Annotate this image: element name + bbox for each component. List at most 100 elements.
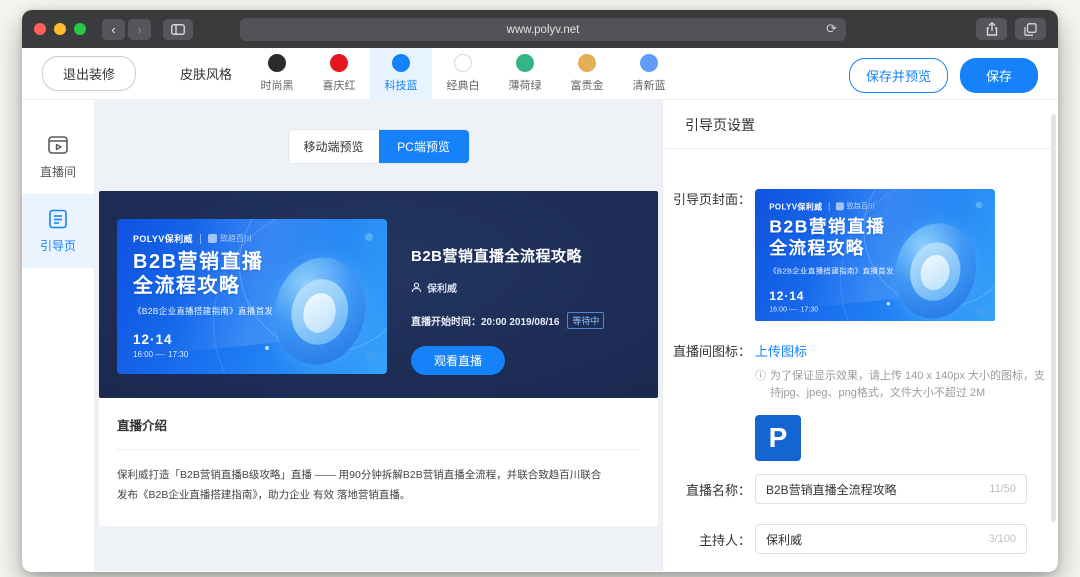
banner-time: 16:00 —· 17:30 bbox=[133, 350, 188, 359]
tab-mobile-preview[interactable]: 移动端预览 bbox=[289, 130, 379, 163]
green-swatch-dot bbox=[516, 54, 534, 72]
banner-date: 12·14 bbox=[133, 332, 173, 347]
polyv-logo: POLYV保利威 bbox=[133, 232, 193, 245]
banner-time: 16:00 —· 17:30 bbox=[769, 305, 818, 313]
dot-decoration bbox=[366, 351, 377, 362]
banner-subtitle: 《B2B企业直播搭建指南》直播首发 bbox=[133, 305, 273, 317]
sidebar-icon bbox=[171, 24, 185, 35]
back-button[interactable]: ‹ bbox=[102, 19, 125, 40]
partner-logo: 致趋百川 bbox=[208, 233, 252, 244]
live-start-time: 直播开始时间：20:00 2019/08/16 bbox=[411, 313, 559, 328]
intro-text: 保利威打造「B2B营销直播B级攻略」直播 —— 用90分钟拆解B2B营销直播全流… bbox=[117, 466, 609, 506]
skin-option-gold[interactable]: 富贵金 bbox=[556, 48, 618, 100]
settings-scrollbar[interactable] bbox=[1051, 114, 1056, 522]
partner-logo: 致趋百川 bbox=[836, 201, 875, 211]
exit-decoration-button[interactable]: 退出装修 bbox=[42, 56, 136, 91]
skin-option-white[interactable]: 经典白 bbox=[432, 48, 494, 100]
banner-date: 12·14 bbox=[769, 289, 804, 302]
address-bar[interactable]: www.polyv.net ⟳ bbox=[240, 18, 846, 41]
live-title: B2B营销直播全流程攻略 bbox=[411, 245, 604, 266]
person-icon bbox=[411, 282, 422, 293]
guide-page-settings-panel: 引导页设置 引导页封面： POLYV保利威 bbox=[662, 100, 1058, 571]
tab-pc-preview[interactable]: PC端预览 bbox=[379, 130, 469, 163]
info-icon: ⓘ bbox=[755, 368, 766, 402]
guide-page-banner: POLYV保利威 致趋百川 B2B营销直播全流程攻略 《B2B企业直播搭建指南》… bbox=[99, 191, 658, 398]
guide-cover-thumbnail[interactable]: POLYV保利威 致趋百川 B2B营销直播全流程攻略 《B2B企业直播搭建指南》… bbox=[755, 189, 995, 321]
skin-option-tech-blue[interactable]: 科技蓝 bbox=[370, 48, 432, 100]
live-name-counter: 11/50 bbox=[989, 483, 1016, 495]
live-name-inputbox: 11/50 bbox=[755, 474, 1027, 504]
live-host: 保利威 bbox=[427, 280, 457, 295]
promo-cover-card-thumb: POLYV保利威 致趋百川 B2B营销直播全流程攻略 《B2B企业直播搭建指南》… bbox=[755, 189, 995, 321]
host-field-row: 主持人： 3/100 bbox=[663, 524, 1058, 554]
live-room-icon bbox=[46, 133, 70, 157]
cover-label: 引导页封面： bbox=[663, 189, 751, 321]
promo-cover-card: POLYV保利威 致趋百川 B2B营销直播全流程攻略 《B2B企业直播搭建指南》… bbox=[117, 219, 387, 374]
decoration-toolbar: 退出装修 皮肤风格 时尚黑 喜庆红 科技蓝 经典白 薄荷绿 bbox=[22, 48, 1058, 100]
skin-option-fresh-blue[interactable]: 清新蓝 bbox=[618, 48, 680, 100]
live-name-label: 直播名称： bbox=[663, 480, 751, 499]
settings-divider bbox=[663, 148, 1058, 149]
dot-decoration bbox=[365, 233, 373, 241]
skin-option-red[interactable]: 喜庆红 bbox=[308, 48, 370, 100]
skin-style-label: 皮肤风格 bbox=[180, 64, 232, 83]
tabs-overview-button[interactable] bbox=[1015, 18, 1046, 40]
sidebar-item-live-room[interactable]: 直播间 bbox=[22, 120, 94, 194]
guide-page-icon bbox=[46, 207, 70, 231]
sidebar-item-guide-page[interactable]: 引导页 bbox=[22, 194, 94, 268]
minimize-window-button[interactable] bbox=[54, 23, 66, 35]
skin-option-black[interactable]: 时尚黑 bbox=[246, 48, 308, 100]
live-name-field-row: 直播名称： 11/50 bbox=[663, 474, 1058, 504]
share-icon bbox=[986, 22, 998, 36]
intro-divider bbox=[117, 449, 640, 450]
close-window-button[interactable] bbox=[34, 23, 46, 35]
tabs-icon bbox=[1024, 23, 1037, 36]
browser-window: ‹ › www.polyv.net ⟳ 退出装修 皮肤风格 时尚黑 bbox=[22, 10, 1058, 572]
skin-option-mint-green[interactable]: 薄荷绿 bbox=[494, 48, 556, 100]
reload-icon[interactable]: ⟳ bbox=[826, 21, 837, 37]
dot-decoration bbox=[265, 346, 269, 350]
banner-title: B2B营销直播全流程攻略 bbox=[133, 250, 264, 298]
skin-swatches: 时尚黑 喜庆红 科技蓝 经典白 薄荷绿 富贵金 bbox=[246, 48, 680, 100]
black-swatch-dot bbox=[268, 54, 286, 72]
intro-heading: 直播介绍 bbox=[117, 415, 640, 434]
forward-button[interactable]: › bbox=[128, 19, 151, 40]
partner-logo-icon bbox=[208, 234, 217, 243]
share-button[interactable] bbox=[976, 18, 1007, 40]
room-icon-row: 直播间图标： 上传图标 bbox=[663, 341, 1058, 360]
polyv-logo: POLYV保利威 bbox=[769, 201, 822, 213]
banner-subtitle: 《B2B企业直播搭建指南》直播首发 bbox=[769, 265, 894, 276]
sidebar-toggle-button[interactable] bbox=[163, 19, 193, 40]
logo-divider bbox=[200, 234, 201, 244]
settings-title: 引导页设置 bbox=[663, 100, 1058, 148]
fullscreen-window-button[interactable] bbox=[74, 23, 86, 35]
url-text: www.polyv.net bbox=[507, 24, 580, 36]
cover-row: 引导页封面： POLYV保利威 致趋百川 bbox=[663, 189, 1058, 321]
red-swatch-dot bbox=[330, 54, 348, 72]
live-intro-section: 直播介绍 保利威打造「B2B营销直播B级攻略」直播 —— 用90分钟拆解B2B营… bbox=[99, 398, 658, 526]
banner-title: B2B营销直播全流程攻略 bbox=[769, 217, 885, 260]
host-input[interactable] bbox=[766, 532, 982, 546]
browser-titlebar: ‹ › www.polyv.net ⟳ bbox=[22, 10, 1058, 48]
light-blue-swatch-dot bbox=[640, 54, 658, 72]
save-button[interactable]: 保存 bbox=[960, 58, 1038, 93]
window-controls bbox=[34, 23, 86, 35]
white-swatch-dot bbox=[454, 54, 472, 72]
host-counter: 3/100 bbox=[988, 533, 1016, 545]
preview-mode-tabs: 移动端预览 PC端预览 bbox=[289, 130, 469, 163]
room-icon-preview[interactable]: P bbox=[755, 415, 801, 461]
host-label: 主持人： bbox=[663, 530, 751, 549]
live-info-panel: B2B营销直播全流程攻略 保利威 直播开始时间：20:00 2019/08/16… bbox=[411, 245, 604, 375]
left-sidebar: 直播间 引导页 bbox=[22, 100, 95, 571]
preview-area: 移动端预览 PC端预览 POLYV保利威 致趋百川 bbox=[95, 100, 662, 571]
icon-upload-hint: ⓘ 为了保证显示效果，请上传 140 x 140px 大小的图标，支持jpg、j… bbox=[755, 368, 1055, 402]
live-name-input[interactable] bbox=[766, 482, 983, 496]
save-and-preview-button[interactable]: 保存并预览 bbox=[849, 58, 948, 93]
gold-swatch-dot bbox=[578, 54, 596, 72]
room-icon-label: 直播间图标： bbox=[663, 341, 751, 360]
watch-live-button[interactable]: 观看直播 bbox=[411, 346, 505, 375]
upload-icon-link[interactable]: 上传图标 bbox=[755, 341, 807, 360]
blue-swatch-dot bbox=[392, 54, 410, 72]
status-badge: 等待中 bbox=[567, 312, 604, 329]
host-inputbox: 3/100 bbox=[755, 524, 1027, 554]
